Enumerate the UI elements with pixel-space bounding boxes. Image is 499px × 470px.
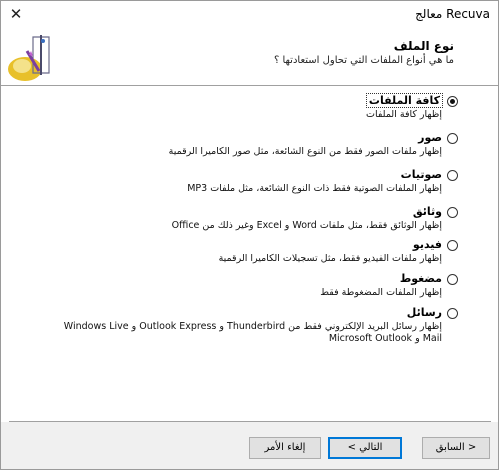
next-button[interactable]: التالي > — [328, 437, 402, 459]
radio-documents[interactable] — [447, 207, 458, 218]
radio-pictures[interactable] — [447, 133, 458, 144]
option-title: وثائق — [412, 205, 442, 218]
option-description: إظهار ملفات الصور فقط من النوع الشائعة، … — [168, 146, 442, 157]
radio-compressed[interactable] — [447, 274, 458, 285]
recuva-wizard-window: ✕ Recuva معالج نوع الملف ما هي أنواع الم… — [0, 0, 499, 470]
option-title: رسائل — [406, 306, 442, 319]
option-all-files[interactable]: كافة الملفات إظهار كافة الملفات — [1, 91, 498, 125]
file-type-options: كافة الملفات إظهار كافة الملفات صور إظها… — [1, 91, 498, 411]
cancel-button[interactable]: إلغاء الأمر — [249, 437, 321, 459]
radio-emails[interactable] — [447, 308, 458, 319]
radio-video[interactable] — [447, 240, 458, 251]
option-description: إظهار ملفات الفيديو فقط، مثل تسجيلات الك… — [218, 253, 442, 264]
radio-all-files[interactable] — [447, 96, 458, 107]
option-compressed[interactable]: مضغوط إظهار الملفات المضغوطة فقط — [1, 269, 498, 303]
option-description: إظهار الوثائق فقط، مثل ملفات Word و Exce… — [171, 220, 442, 231]
option-video[interactable]: فيديو إظهار ملفات الفيديو فقط، مثل تسجيل… — [1, 235, 498, 269]
page-title: نوع الملف — [393, 39, 454, 53]
option-title: صوتيات — [400, 168, 442, 181]
back-button[interactable]: < السابق — [422, 437, 490, 459]
option-title: صور — [418, 131, 442, 144]
option-music[interactable]: صوتيات إظهار الملفات الصوتية فقط ذات الن… — [1, 165, 498, 199]
wizard-header: نوع الملف ما هي أنواع الملفات التي تحاول… — [1, 29, 498, 85]
option-description: إظهار الملفات الصوتية فقط ذات النوع الشا… — [187, 183, 442, 194]
option-documents[interactable]: وثائق إظهار الوثائق فقط، مثل ملفات Word … — [1, 202, 498, 236]
close-icon[interactable]: ✕ — [5, 3, 27, 25]
wizard-logo-icon — [8, 35, 50, 81]
option-pictures[interactable]: صور إظهار ملفات الصور فقط من النوع الشائ… — [1, 128, 498, 162]
window-title: Recuva معالج — [415, 7, 490, 21]
option-title: كافة الملفات — [365, 93, 444, 108]
header-divider — [1, 85, 498, 86]
title-bar: ✕ Recuva معالج — [1, 1, 498, 29]
wizard-footer: < السابق التالي > إلغاء الأمر — [1, 422, 498, 469]
option-emails[interactable]: رسائل إظهار رسائل البريد الإلكتروني فقط … — [1, 303, 498, 353]
option-description: إظهار كافة الملفات — [366, 109, 442, 120]
option-title: فيديو — [412, 238, 442, 251]
option-description: إظهار الملفات المضغوطة فقط — [320, 287, 442, 298]
radio-music[interactable] — [447, 170, 458, 181]
page-subtitle: ما هي أنواع الملفات التي تحاول استعادتها… — [274, 55, 454, 66]
option-description: إظهار رسائل البريد الإلكتروني فقط من Thu… — [63, 321, 442, 344]
option-title: مضغوط — [399, 272, 442, 285]
